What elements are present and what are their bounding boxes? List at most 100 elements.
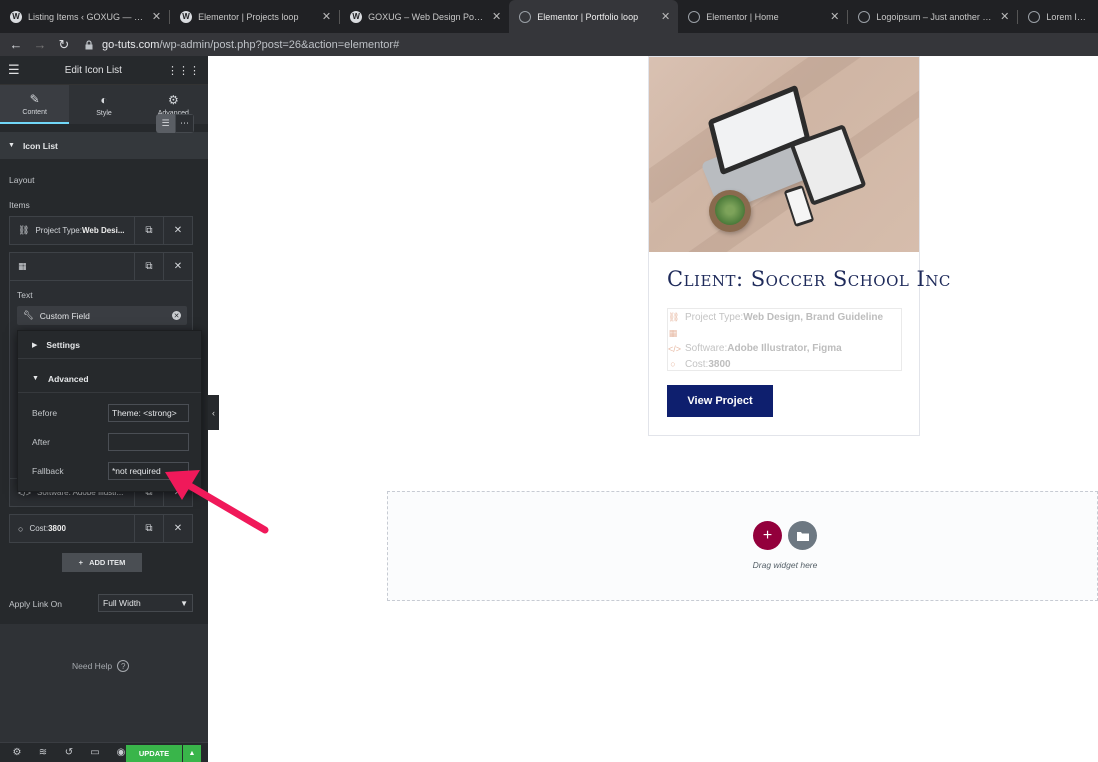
meta-value: Adobe Illustrator, Figma [727, 343, 842, 355]
circle-icon: ○ [18, 523, 24, 534]
after-input[interactable] [108, 433, 189, 451]
close-icon[interactable]: ✕ [152, 10, 161, 23]
circle-icon: ○ [670, 359, 676, 370]
advanced-section[interactable]: ▼ Advanced [18, 365, 201, 393]
tab-title: Elementor | Projects loop [198, 11, 299, 22]
browser-tab-3[interactable]: W GOXUG – Web Design Portfolio ✕ [340, 0, 509, 33]
view-project-button[interactable]: View Project [667, 385, 773, 417]
caret-down-icon: ▼ [180, 598, 188, 608]
history-icon[interactable]: ↺ [56, 747, 82, 758]
address-bar: ← → ↻ go-tuts.com/wp-admin/post.php?post… [0, 33, 1098, 56]
update-options-icon[interactable]: ▲ [183, 745, 201, 762]
remove-icon[interactable]: ✕ [163, 253, 192, 280]
qr-icon: ▦ [18, 261, 27, 271]
select-value: Full Width [103, 598, 141, 608]
card-title: Client: Soccer School Inc [667, 267, 951, 291]
inline-layout-icon[interactable]: ⋯ [175, 114, 194, 133]
browser-tab-1[interactable]: W Listing Items ‹ GOXUG — Word ✕ [0, 0, 169, 33]
fallback-input[interactable]: *not required [108, 462, 189, 480]
tab-title: Listing Items ‹ GOXUG — Word [28, 11, 146, 22]
item-title[interactable]: ○ Cost: 3800 [10, 524, 134, 534]
forward-icon[interactable]: → [30, 35, 50, 55]
duplicate-icon[interactable]: ⧉ [134, 515, 163, 542]
tab-title: Logoipsum – Just another Wor [876, 11, 995, 22]
duplicate-icon[interactable]: ⧉ [134, 217, 163, 244]
item-title[interactable]: ▦ [10, 261, 134, 272]
sitemap-icon: ⛓ [668, 312, 680, 323]
add-item-label: ADD ITEM [89, 558, 126, 567]
browser-tab-2[interactable]: W Elementor | Projects loop ✕ [170, 0, 339, 33]
item-title[interactable]: ⛓ Project Type: Web Desi... [10, 225, 134, 236]
meta-prefix: Cost: [685, 358, 709, 370]
wordpress-icon: W [10, 10, 22, 23]
wrench-icon: 🔧︎ [23, 310, 34, 320]
need-help-label: Need Help [72, 661, 113, 671]
collapse-panel-icon[interactable]: ‹ [208, 395, 219, 430]
apply-link-select[interactable]: Full Width ▼ [98, 594, 193, 612]
browser-tab-6[interactable]: Logoipsum – Just another Wor ✕ [848, 0, 1017, 33]
code-icon: </> [668, 343, 682, 354]
panel-header: ☰ Edit Icon List ⋮⋮⋮ [0, 56, 208, 85]
custom-field-label: Custom Field [39, 310, 90, 321]
drop-zone[interactable] [387, 491, 1098, 601]
field-label: Fallback [32, 466, 64, 476]
meta-item: ○ Cost: 3800 [668, 357, 901, 373]
add-section-icon[interactable]: + [753, 521, 782, 550]
layers-icon[interactable]: ≋ [30, 747, 56, 758]
tab-title: Lorem Ipsum [1046, 11, 1090, 22]
section-icon-list[interactable]: ▼ Icon List [0, 132, 208, 159]
settings-section[interactable]: ▶ Settings [18, 331, 201, 359]
repeater-item[interactable]: ○ Cost: 3800 ⧉ ✕ [9, 514, 193, 543]
item-label-text: Project Type: [35, 226, 82, 235]
repeater-item[interactable]: ▦ ⧉ ✕ [9, 252, 193, 281]
browser-tab-7[interactable]: Lorem Ipsum [1018, 0, 1098, 33]
need-help-link[interactable]: Need Help ? [72, 660, 130, 672]
clear-icon[interactable]: ✕ [172, 311, 181, 320]
close-icon[interactable]: ✕ [830, 10, 839, 23]
meta-item: ▦ [668, 326, 901, 342]
folder-icon[interactable] [788, 521, 817, 550]
hamburger-icon[interactable]: ☰ [8, 62, 20, 78]
meta-prefix: Software: [685, 343, 728, 355]
back-icon[interactable]: ← [6, 35, 26, 55]
custom-field-tag[interactable]: 🔧︎ Custom Field ✕ [17, 306, 187, 325]
caret-right-icon: ▶ [32, 341, 38, 349]
close-icon[interactable]: ✕ [492, 10, 501, 23]
lock-icon[interactable] [84, 39, 94, 50]
before-input[interactable]: Theme: <strong> [108, 404, 189, 422]
tab-content[interactable]: ✎ Content [0, 85, 70, 124]
items-label: Items [9, 200, 30, 210]
meta-value: 3800 [708, 358, 731, 370]
icon-list-widget[interactable]: ⛓ Project Type: Web Design, Brand Guidel… [667, 308, 902, 371]
meta-item: ⛓ Project Type: Web Design, Brand Guidel… [668, 310, 901, 326]
remove-icon[interactable]: ✕ [163, 515, 192, 542]
remove-icon[interactable]: ✕ [163, 217, 192, 244]
tab-title: Elementor | Portfolio loop [537, 11, 639, 22]
panel-title: Edit Icon List [64, 64, 122, 76]
url-field[interactable]: go-tuts.com/wp-admin/post.php?post=26&ac… [102, 39, 399, 51]
close-icon[interactable]: ✕ [322, 10, 331, 23]
duplicate-icon[interactable]: ⧉ [134, 253, 163, 280]
add-item-button[interactable]: + ADD ITEM [62, 553, 142, 572]
close-icon[interactable]: ✕ [661, 10, 670, 23]
wordpress-icon: W [180, 10, 193, 23]
tab-label: Content [22, 108, 47, 116]
meta-item: </> Software: Adobe Illustrator, Figma [668, 341, 901, 357]
half-circle-icon: ◐ [100, 92, 108, 107]
browser-tab-4[interactable]: Elementor | Portfolio loop ✕ [509, 0, 679, 33]
list-layout-icon[interactable]: ☰ [156, 114, 175, 133]
browser-tab-5[interactable]: Elementor | Home ✕ [678, 0, 847, 33]
close-icon[interactable]: ✕ [1000, 10, 1009, 23]
sitemap-icon: ⛓ [18, 225, 30, 235]
reload-icon[interactable]: ↻ [54, 35, 74, 55]
item-label-bold: Web Desi... [81, 226, 125, 235]
tab-style[interactable]: ◐ Style [69, 85, 138, 124]
grid-icon[interactable]: ⋮⋮⋮ [167, 64, 200, 77]
pencil-icon: ✎ [29, 91, 40, 106]
repeater-item[interactable]: ⛓ Project Type: Web Desi... ⧉ ✕ [9, 216, 193, 245]
update-button[interactable]: UPDATE [126, 745, 182, 762]
tab-title: Elementor | Home [706, 11, 779, 22]
responsive-icon[interactable]: ▭ [82, 747, 108, 758]
layout-label: Layout [9, 175, 35, 185]
settings-icon[interactable]: ⚙ [4, 747, 30, 758]
